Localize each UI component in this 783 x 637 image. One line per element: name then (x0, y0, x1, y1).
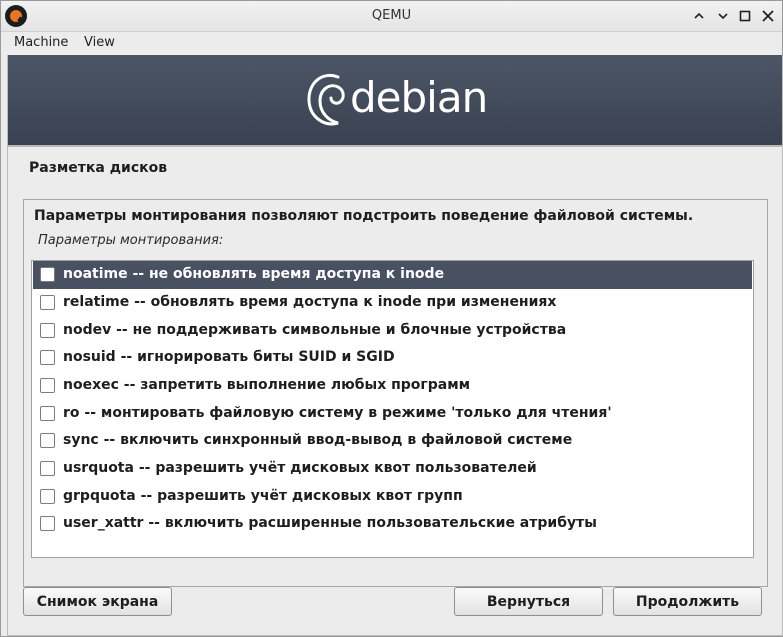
description-text: Параметры монтирования позволяют подстро… (34, 208, 694, 224)
option-label: usrquota -- разрешить учёт дисковых квот… (63, 460, 537, 476)
checkbox[interactable] (40, 350, 55, 365)
continue-button[interactable]: Продолжить (613, 587, 762, 616)
list-caption: Параметры монтирования: (38, 233, 224, 248)
checkbox[interactable] (40, 295, 55, 310)
back-button[interactable]: Вернуться (454, 587, 603, 616)
menu-machine[interactable]: Machine (14, 35, 68, 50)
checkbox[interactable] (40, 489, 55, 504)
checkbox[interactable] (40, 433, 55, 448)
screenshot-button[interactable]: Снимок экрана (23, 587, 172, 616)
close-button[interactable] (758, 6, 778, 26)
list-item[interactable]: usrquota -- разрешить учёт дисковых квот… (33, 455, 752, 483)
close-icon (762, 10, 774, 22)
list-item[interactable]: ro -- монтировать файловую систему в реж… (33, 400, 752, 428)
option-label: grpquota -- разрешить учёт дисковых квот… (63, 488, 463, 504)
content-frame: Параметры монтирования позволяют подстро… (23, 199, 768, 587)
chevron-down-icon (718, 13, 728, 20)
list-item[interactable]: nosuid -- игнорировать биты SUID и SGID (33, 344, 752, 372)
list-item[interactable]: user_xattr -- включить расширенные польз… (33, 510, 752, 538)
option-label: nodev -- не поддерживать символьные и бл… (63, 322, 567, 338)
chevron-up-icon (694, 12, 704, 19)
checkbox[interactable] (40, 378, 55, 393)
list-item[interactable]: sync -- включить синхронный ввод-вывод в… (33, 427, 752, 455)
option-label: sync -- включить синхронный ввод-вывод в… (63, 432, 573, 448)
section-title: Разметка дисков (29, 160, 168, 176)
debian-logo-text: debian (350, 73, 488, 122)
checkbox[interactable] (40, 461, 55, 476)
mount-options-list[interactable]: noatime -- не обновлять время доступа к … (31, 260, 754, 558)
checkbox[interactable] (40, 516, 55, 531)
checkbox[interactable] (40, 267, 55, 282)
option-label: noexec -- запретить выполнение любых про… (63, 377, 471, 393)
banner-divider (8, 145, 782, 147)
list-item[interactable]: relatime -- обновлять время доступа к in… (33, 289, 752, 317)
maximize-icon (739, 10, 751, 22)
option-label: nosuid -- игнорировать биты SUID и SGID (63, 349, 395, 365)
checkbox[interactable] (40, 406, 55, 421)
window-title: QEMU (371, 8, 412, 23)
menu-bar: Machine View (1, 32, 782, 54)
option-label: noatime -- не обновлять время доступа к … (63, 266, 445, 282)
list-item[interactable]: noatime -- не обновлять время доступа к … (33, 261, 752, 289)
restore-button[interactable] (713, 6, 733, 26)
checkbox[interactable] (40, 323, 55, 338)
option-label: user_xattr -- включить расширенные польз… (63, 515, 597, 531)
minimize-button[interactable] (689, 6, 709, 26)
option-label: ro -- монтировать файловую систему в реж… (63, 405, 612, 421)
list-item[interactable]: grpquota -- разрешить учёт дисковых квот… (33, 483, 752, 511)
title-bar[interactable]: QEMU (1, 1, 782, 32)
maximize-button[interactable] (735, 6, 755, 26)
list-item[interactable]: noexec -- запретить выполнение любых про… (33, 372, 752, 400)
menu-view[interactable]: View (84, 35, 115, 50)
qemu-window: QEMU Machine View debian Разметка дисков… (0, 0, 783, 637)
option-label: relatime -- обновлять время доступа к in… (63, 294, 557, 310)
debian-banner: debian (8, 55, 782, 145)
vm-display[interactable]: debian Разметка дисков Параметры монтиро… (7, 55, 783, 636)
list-item[interactable]: nodev -- не поддерживать символьные и бл… (33, 317, 752, 345)
